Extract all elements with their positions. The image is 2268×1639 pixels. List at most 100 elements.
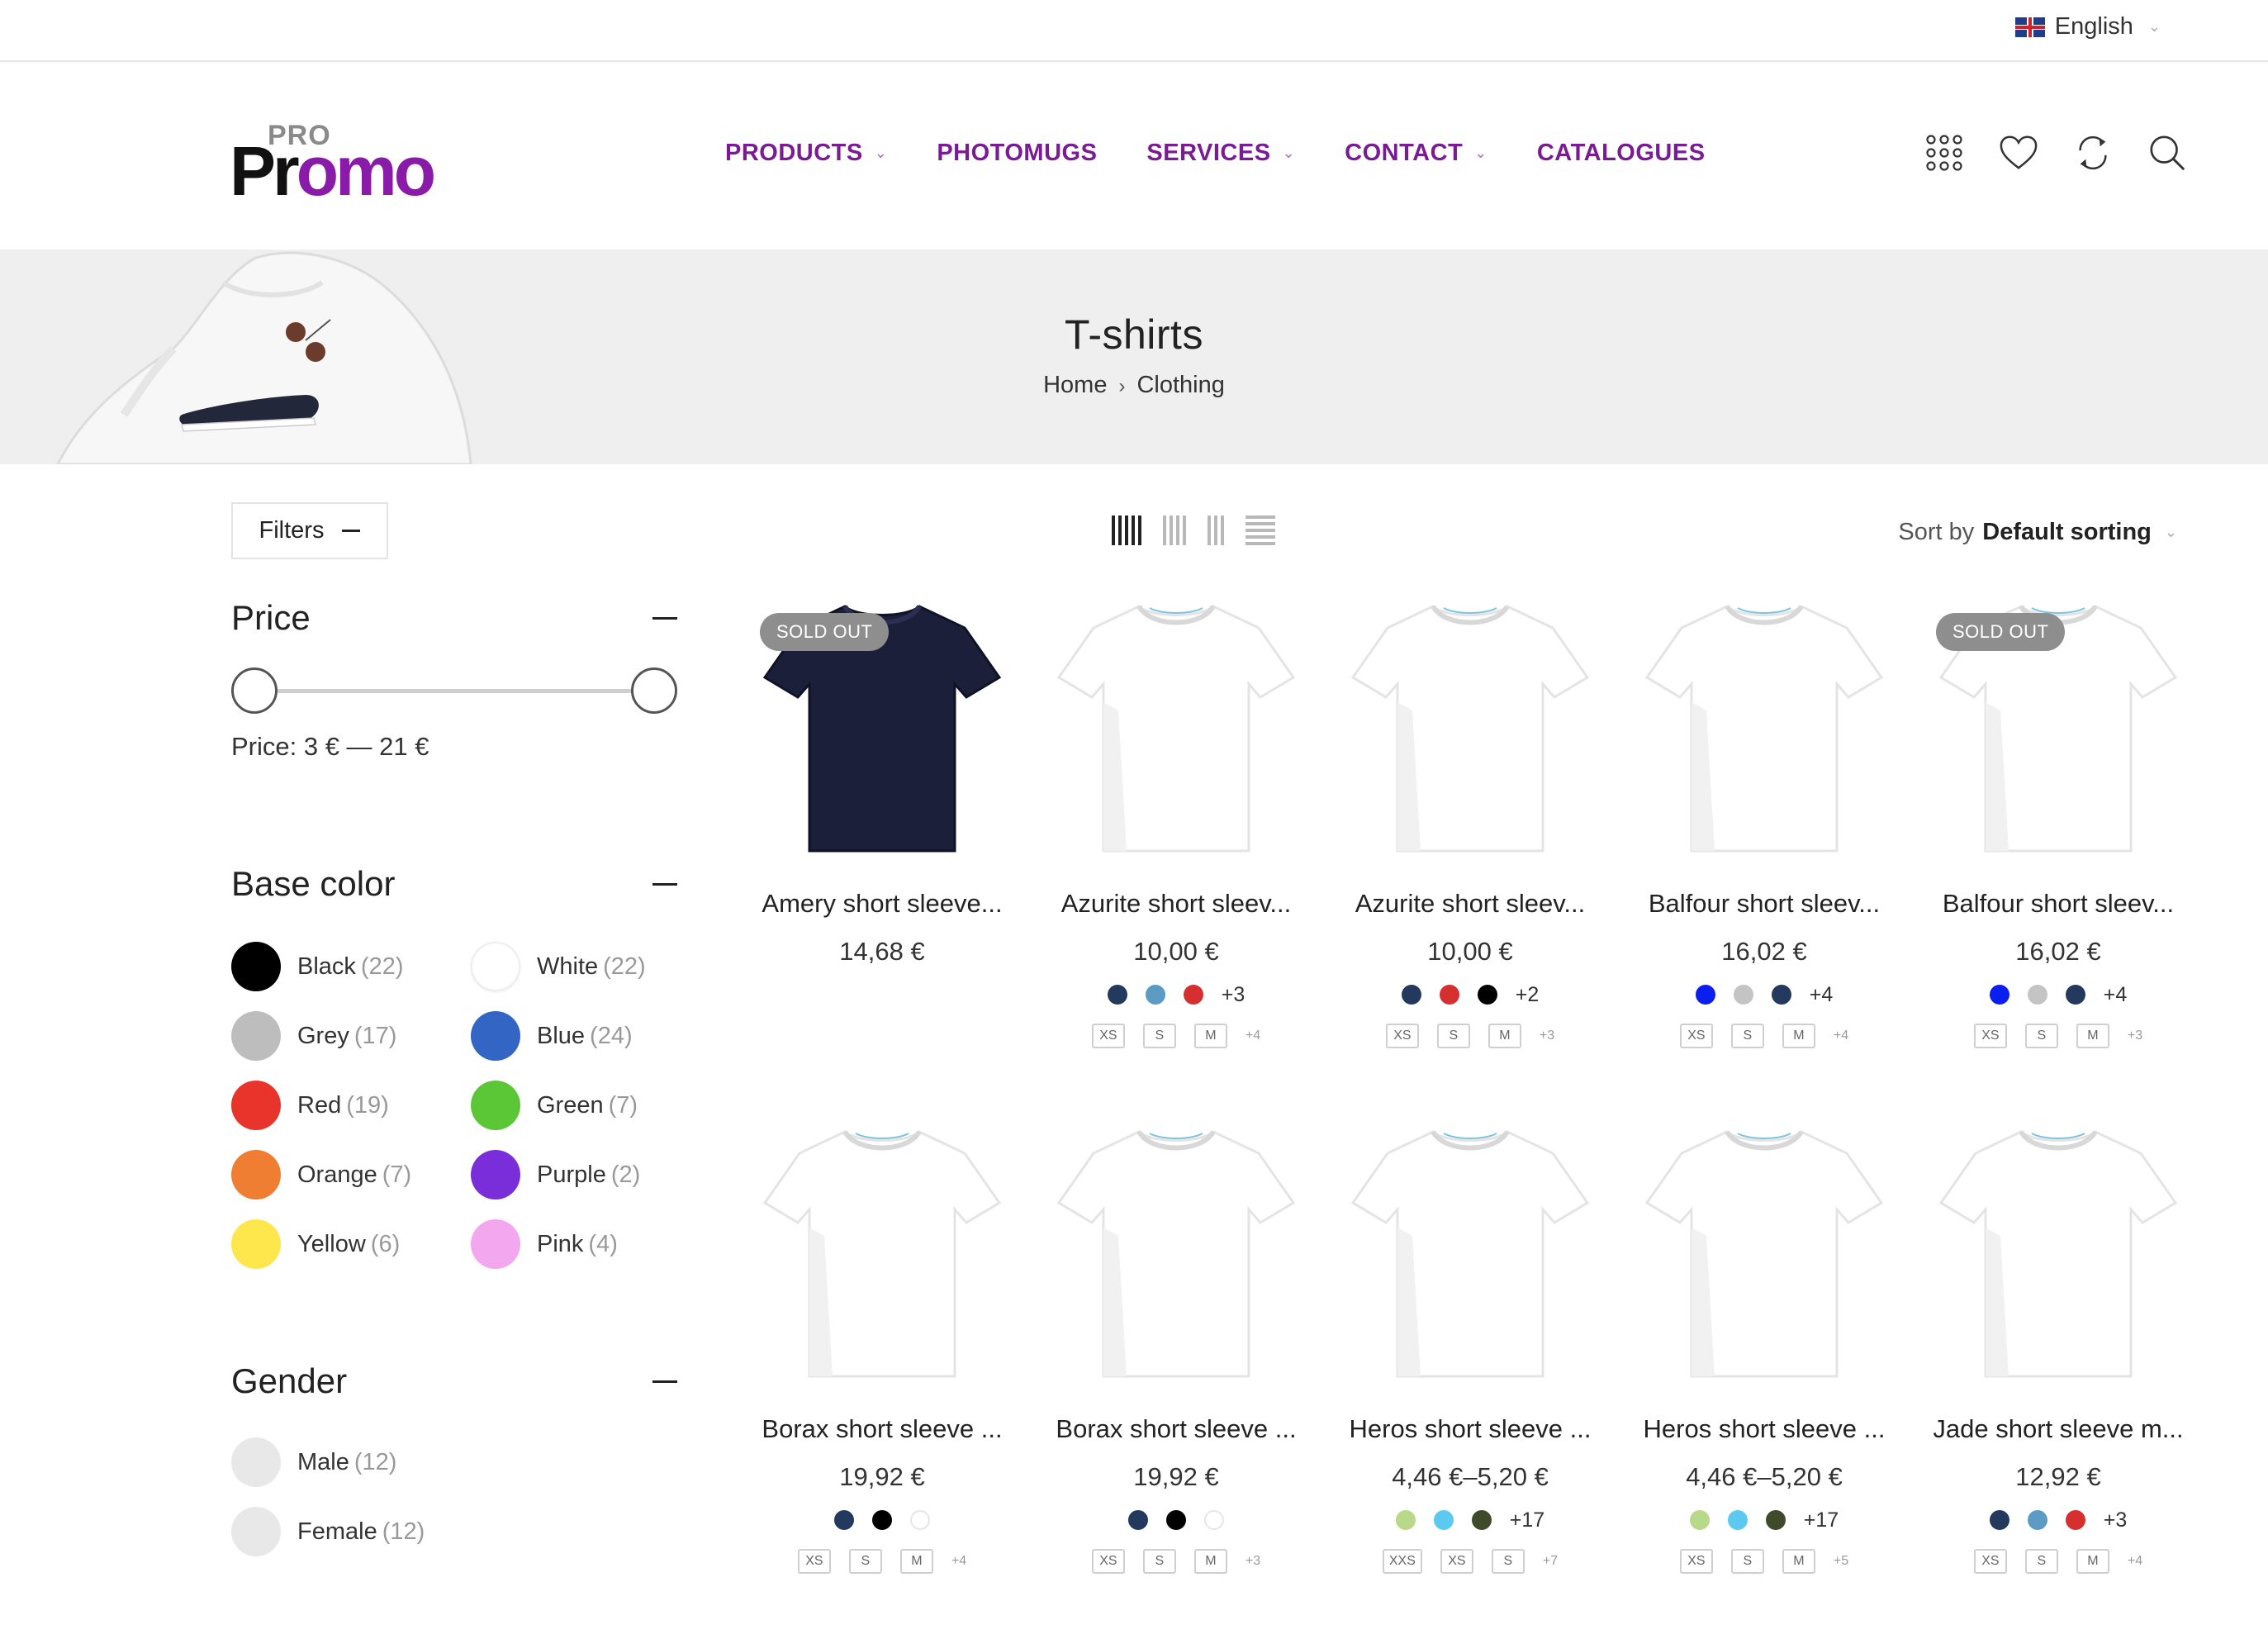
color-swatch[interactable]: [872, 1510, 892, 1530]
nav-item-catalogues[interactable]: CATALOGUES: [1537, 140, 1706, 167]
product-title[interactable]: Heros short sleeve ...: [1331, 1414, 1609, 1444]
size-option[interactable]: M: [2076, 1549, 2109, 1574]
breadcrumb-home-link[interactable]: Home: [1043, 372, 1107, 398]
size-option[interactable]: XS: [1973, 1024, 2007, 1048]
price-filter-header[interactable]: Price: [231, 598, 677, 638]
color-swatch[interactable]: [471, 1081, 520, 1130]
size-option[interactable]: S: [2024, 1549, 2058, 1574]
color-option-pink[interactable]: Pink (4): [471, 1219, 710, 1269]
color-swatch[interactable]: [1128, 1510, 1148, 1530]
product-title[interactable]: Azurite short sleev...: [1331, 889, 1609, 919]
size-option[interactable]: M: [899, 1549, 933, 1574]
product-image[interactable]: [1037, 1114, 1315, 1391]
search-icon[interactable]: [2147, 133, 2187, 173]
nav-item-services[interactable]: SERVICES ⌄: [1146, 140, 1295, 167]
product-title[interactable]: Borax short sleeve ...: [1037, 1414, 1315, 1444]
size-option[interactable]: XS: [1091, 1024, 1125, 1048]
product-card[interactable]: Borax short sleeve ... 19,92 € XS S M +3: [1037, 1114, 1315, 1639]
product-card[interactable]: Azurite short sleev... 10,00 € +2 XS S M +3: [1331, 588, 1609, 1114]
color-swatch[interactable]: [231, 942, 281, 991]
size-option[interactable]: M: [1782, 1549, 1815, 1574]
color-swatch[interactable]: [2027, 1510, 2047, 1530]
size-option[interactable]: S: [1436, 1024, 1470, 1048]
nav-item-photomugs[interactable]: PHOTOMUGS: [937, 140, 1097, 167]
product-card[interactable]: Jade short sleeve m... 12,92 € +3 XS S M +4: [1919, 1114, 2197, 1639]
color-option-white[interactable]: White (22): [471, 942, 710, 991]
product-image[interactable]: [743, 1114, 1021, 1391]
product-image[interactable]: SOLD OUT: [743, 588, 1021, 866]
product-card[interactable]: SOLD OUT Balfour short sleev... 16,02 € +4 X…: [1919, 588, 2197, 1114]
size-option[interactable]: XS: [1679, 1549, 1713, 1574]
color-swatch[interactable]: [1395, 1510, 1416, 1530]
breadcrumb-current[interactable]: Clothing: [1136, 372, 1224, 398]
size-option[interactable]: XS: [1679, 1024, 1713, 1048]
gender-filter-header[interactable]: Gender: [231, 1361, 677, 1401]
color-swatch[interactable]: [1439, 985, 1459, 1005]
grid-4-columns-icon[interactable]: [1163, 515, 1186, 545]
product-card[interactable]: Heros short sleeve ... 4,46 €–5,20 € +17 XS…: [1625, 1114, 1903, 1639]
color-option-green[interactable]: Green (7): [471, 1081, 710, 1130]
grid-5-columns-icon[interactable]: [1112, 515, 1141, 545]
grid-3-columns-icon[interactable]: [1208, 515, 1224, 545]
size-option[interactable]: XS: [1091, 1549, 1125, 1574]
product-title[interactable]: Amery short sleeve...: [743, 889, 1021, 919]
color-option-purple[interactable]: Purple (2): [471, 1150, 710, 1200]
product-card[interactable]: Heros short sleeve ... 4,46 €–5,20 € +17 XX…: [1331, 1114, 1609, 1639]
color-swatch[interactable]: [471, 1011, 520, 1061]
color-swatch[interactable]: [1107, 985, 1127, 1005]
size-option[interactable]: XS: [1385, 1024, 1419, 1048]
product-card[interactable]: SOLD OUT Amery short sleeve... 14,68 €: [743, 588, 1021, 1114]
color-swatch[interactable]: [1765, 1510, 1786, 1530]
color-swatch[interactable]: [910, 1510, 930, 1530]
product-image[interactable]: [1625, 1114, 1903, 1391]
collapse-icon[interactable]: [652, 882, 677, 886]
product-card[interactable]: Balfour short sleev... 16,02 € +4 XS S M +4: [1625, 588, 1903, 1114]
product-title[interactable]: Borax short sleeve ...: [743, 1414, 1021, 1444]
heart-icon[interactable]: [1999, 133, 2038, 173]
color-swatch[interactable]: [1471, 1510, 1492, 1530]
gender-checkbox[interactable]: [231, 1437, 281, 1487]
filters-toggle-button[interactable]: Filters: [231, 502, 388, 559]
size-option[interactable]: S: [1730, 1549, 1764, 1574]
product-image[interactable]: [1037, 588, 1315, 866]
nav-item-contact[interactable]: CONTACT ⌄: [1345, 140, 1487, 167]
color-swatch[interactable]: [2065, 985, 2085, 1005]
size-option[interactable]: M: [1193, 1549, 1227, 1574]
color-swatch[interactable]: [1771, 985, 1791, 1005]
color-swatch[interactable]: [231, 1081, 281, 1130]
color-swatch[interactable]: [834, 1510, 854, 1530]
gender-option-female[interactable]: Female (12): [231, 1507, 677, 1556]
color-swatch[interactable]: [1733, 985, 1753, 1005]
color-swatch[interactable]: [1989, 1510, 2009, 1530]
color-swatch[interactable]: [1989, 985, 2009, 1005]
color-option-orange[interactable]: Orange (7): [231, 1150, 471, 1200]
size-option[interactable]: XS: [1973, 1549, 2007, 1574]
compare-icon[interactable]: [2073, 133, 2113, 173]
product-image[interactable]: [1331, 588, 1609, 866]
slider-max-handle[interactable]: [631, 667, 677, 714]
collapse-icon[interactable]: [652, 1380, 677, 1383]
color-option-yellow[interactable]: Yellow (6): [231, 1219, 471, 1269]
color-swatch[interactable]: [1401, 985, 1421, 1005]
color-swatch[interactable]: [2065, 1510, 2085, 1530]
size-option[interactable]: XS: [1440, 1549, 1473, 1574]
language-switcher[interactable]: English ⌄: [2014, 13, 2161, 40]
color-swatch[interactable]: [1145, 985, 1165, 1005]
product-card[interactable]: Borax short sleeve ... 19,92 € XS S M +4: [743, 1114, 1021, 1639]
slider-min-handle[interactable]: [231, 667, 278, 714]
color-swatch[interactable]: [1183, 985, 1203, 1005]
collapse-icon[interactable]: [652, 616, 677, 620]
color-option-black[interactable]: Black (22): [231, 942, 471, 991]
color-swatch[interactable]: [231, 1011, 281, 1061]
size-option[interactable]: M: [1193, 1024, 1227, 1048]
color-swatch[interactable]: [1433, 1510, 1454, 1530]
color-swatch[interactable]: [1727, 1510, 1748, 1530]
color-swatch[interactable]: [231, 1219, 281, 1269]
product-title[interactable]: Balfour short sleev...: [1625, 889, 1903, 919]
product-title[interactable]: Jade short sleeve m...: [1919, 1414, 2197, 1444]
size-option[interactable]: M: [1487, 1024, 1521, 1048]
product-image[interactable]: [1331, 1114, 1609, 1391]
size-option[interactable]: S: [848, 1549, 882, 1574]
nav-item-products[interactable]: PRODUCTS ⌄: [725, 140, 887, 167]
size-option[interactable]: M: [1782, 1024, 1815, 1048]
